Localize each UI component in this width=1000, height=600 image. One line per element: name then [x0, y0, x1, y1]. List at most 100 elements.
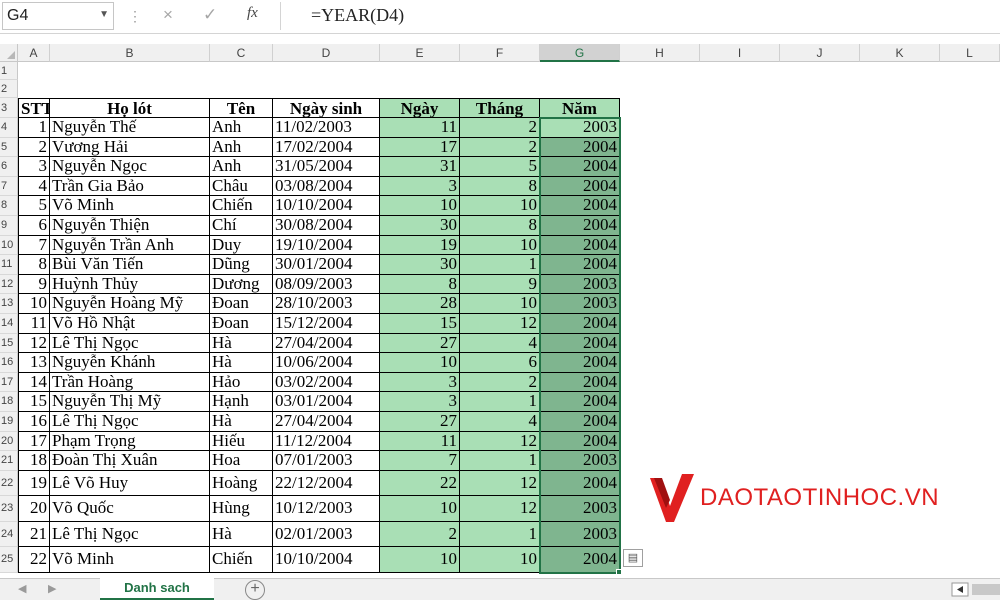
header-cell-ten[interactable]: Tên	[210, 98, 273, 118]
data-cell[interactable]: 2004	[540, 176, 620, 197]
data-cell[interactable]: 31/05/2004	[273, 157, 380, 177]
column-header-i[interactable]: I	[700, 44, 780, 62]
sheet-tab-danh-sach[interactable]: Danh sach	[100, 578, 214, 600]
data-cell[interactable]: 31	[380, 157, 460, 177]
data-cell[interactable]: 8	[18, 255, 50, 275]
header-cell-ho-lot[interactable]: Họ lót	[50, 98, 210, 118]
data-cell[interactable]: Dương	[210, 274, 273, 295]
data-cell[interactable]: 13	[18, 353, 50, 373]
cancel-icon[interactable]: ×	[163, 5, 173, 25]
data-cell[interactable]: Trần Gia Bảo	[50, 176, 210, 197]
data-cell[interactable]: 15/12/2004	[273, 314, 380, 334]
row-header-3[interactable]: 3	[0, 98, 18, 118]
data-cell[interactable]: 19	[18, 470, 50, 497]
data-cell[interactable]: 11/12/2004	[273, 431, 380, 452]
data-cell[interactable]: 3	[380, 372, 460, 393]
data-cell[interactable]: Nguyễn Thị Mỹ	[50, 392, 210, 412]
data-cell[interactable]: Trần Hoàng	[50, 372, 210, 393]
data-cell[interactable]: 1	[460, 451, 540, 471]
data-cell[interactable]: 20	[18, 496, 50, 522]
row-header-21[interactable]: 21	[0, 451, 18, 471]
data-cell[interactable]: 2003	[540, 496, 620, 522]
data-cell[interactable]: 22	[18, 547, 50, 573]
data-cell[interactable]: Duy	[210, 235, 273, 256]
select-all-corner[interactable]	[0, 44, 18, 62]
header-cell-ngay-sinh[interactable]: Ngày sinh	[273, 98, 380, 118]
column-header-g[interactable]: G	[540, 44, 620, 62]
data-cell[interactable]: Lê Võ Huy	[50, 470, 210, 497]
data-cell[interactable]: 17/02/2004	[273, 137, 380, 158]
column-header-c[interactable]: C	[210, 44, 273, 62]
data-cell[interactable]: Anh	[210, 137, 273, 158]
data-cell[interactable]: 16	[18, 412, 50, 432]
data-cell[interactable]: 11/02/2003	[273, 118, 380, 138]
data-cell[interactable]: 08/09/2003	[273, 274, 380, 295]
row-header-8[interactable]: 8	[0, 196, 18, 216]
data-cell[interactable]: 3	[380, 392, 460, 412]
data-cell[interactable]: Lê Thị Ngọc	[50, 412, 210, 432]
data-cell[interactable]: 10	[460, 196, 540, 216]
data-cell[interactable]: Hà	[210, 353, 273, 373]
data-cell[interactable]: Anh	[210, 157, 273, 177]
data-cell[interactable]: 30	[380, 216, 460, 236]
row-header-4[interactable]: 4	[0, 118, 18, 138]
data-cell[interactable]: 2004	[540, 353, 620, 373]
data-cell[interactable]: 6	[460, 353, 540, 373]
column-header-k[interactable]: K	[860, 44, 940, 62]
row-header-19[interactable]: 19	[0, 412, 18, 432]
data-cell[interactable]: 02/01/2003	[273, 521, 380, 548]
formula-input[interactable]: =YEAR(D4)	[280, 2, 1000, 30]
row-header-24[interactable]: 24	[0, 521, 18, 548]
row-header-2[interactable]: 2	[0, 80, 18, 98]
data-cell[interactable]: 27	[380, 333, 460, 354]
data-cell[interactable]: 4	[18, 176, 50, 197]
data-cell[interactable]: Lê Thị Ngọc	[50, 521, 210, 548]
data-cell[interactable]: 22	[380, 470, 460, 497]
data-cell[interactable]: 21	[18, 521, 50, 548]
data-cell[interactable]: 12	[460, 431, 540, 452]
data-cell[interactable]: 10	[18, 294, 50, 314]
scroll-left-icon[interactable]: ◀	[18, 582, 26, 595]
data-cell[interactable]: 10	[460, 547, 540, 573]
data-cell[interactable]: 2003	[540, 521, 620, 548]
data-cell[interactable]: 10	[460, 294, 540, 314]
data-cell[interactable]: Hùng	[210, 496, 273, 522]
data-cell[interactable]: 9	[18, 274, 50, 295]
row-header-1[interactable]: 1	[0, 62, 18, 80]
data-cell[interactable]: 2	[18, 137, 50, 158]
data-cell[interactable]: Châu	[210, 176, 273, 197]
data-cell[interactable]: 1	[18, 118, 50, 138]
row-header-7[interactable]: 7	[0, 176, 18, 197]
data-cell[interactable]: 3	[18, 157, 50, 177]
data-cell[interactable]: 2003	[540, 451, 620, 471]
data-cell[interactable]: 2004	[540, 333, 620, 354]
column-header-a[interactable]: A	[18, 44, 50, 62]
data-cell[interactable]: 4	[460, 333, 540, 354]
data-cell[interactable]: 12	[460, 314, 540, 334]
data-cell[interactable]: 2	[460, 137, 540, 158]
data-cell[interactable]: Lê Thị Ngọc	[50, 333, 210, 354]
data-cell[interactable]: 19	[380, 235, 460, 256]
data-cell[interactable]: Đoan	[210, 294, 273, 314]
data-cell[interactable]: 03/08/2004	[273, 176, 380, 197]
data-cell[interactable]: 27	[380, 412, 460, 432]
data-cell[interactable]: Nguyễn Trần Anh	[50, 235, 210, 256]
data-cell[interactable]: Bùi Văn Tiến	[50, 255, 210, 275]
header-cell-ngay[interactable]: Ngày	[380, 98, 460, 118]
data-cell[interactable]: 10	[380, 353, 460, 373]
data-cell[interactable]: Hạnh	[210, 392, 273, 412]
data-cell[interactable]: 7	[380, 451, 460, 471]
column-header-j[interactable]: J	[780, 44, 860, 62]
data-cell[interactable]: Đoàn Thị Xuân	[50, 451, 210, 471]
data-cell[interactable]: 19/10/2004	[273, 235, 380, 256]
data-cell[interactable]: 03/01/2004	[273, 392, 380, 412]
data-cell[interactable]: 15	[18, 392, 50, 412]
data-cell[interactable]: 11	[380, 431, 460, 452]
data-cell[interactable]: 14	[18, 372, 50, 393]
data-cell[interactable]: 10	[380, 547, 460, 573]
data-cell[interactable]: 8	[460, 176, 540, 197]
data-cell[interactable]: 10	[380, 196, 460, 216]
header-cell-nam[interactable]: Năm	[540, 98, 620, 118]
row-header-23[interactable]: 23	[0, 496, 18, 522]
data-cell[interactable]: Chiến	[210, 196, 273, 216]
